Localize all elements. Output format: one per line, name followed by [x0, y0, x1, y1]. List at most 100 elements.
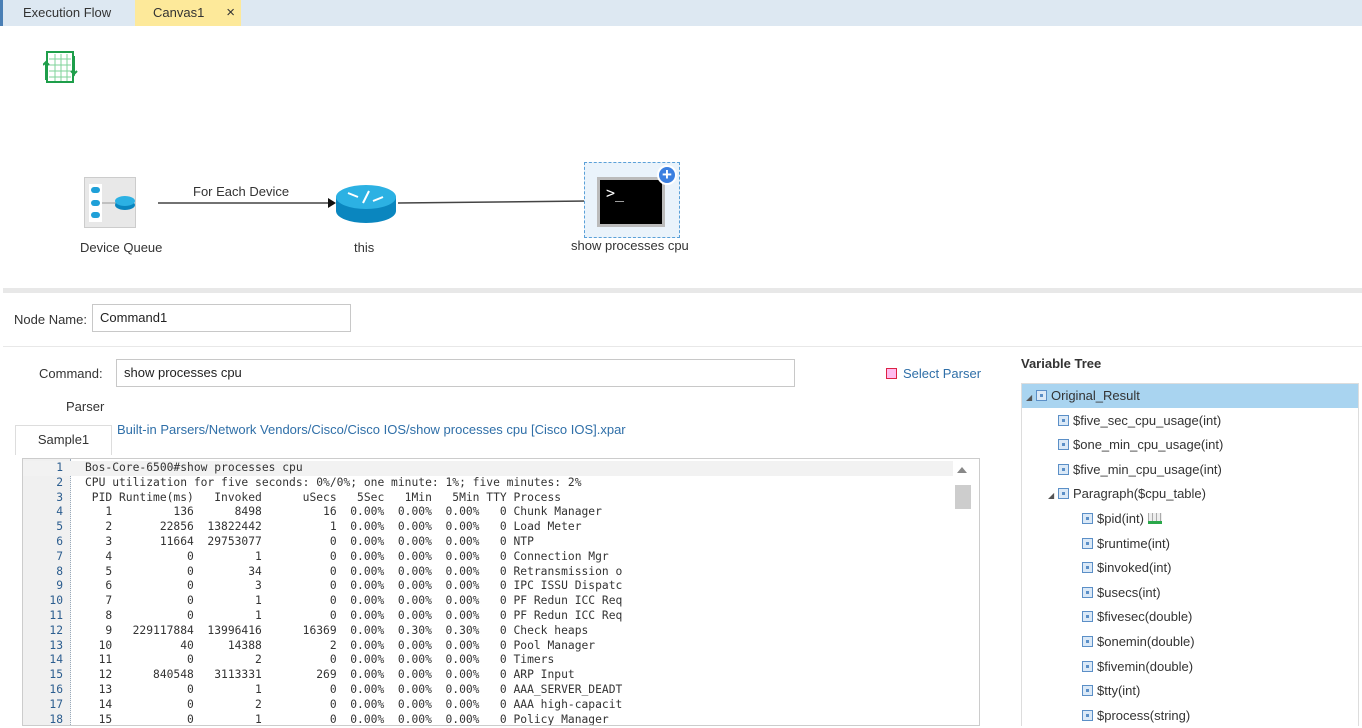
variable-icon: [1082, 709, 1093, 721]
tree-item[interactable]: $five_min_cpu_usage(int): [1022, 458, 1358, 482]
tree-item[interactable]: $pid(int): [1022, 507, 1358, 531]
divider: [3, 346, 1362, 347]
tree-item-label: $onemin(double): [1097, 634, 1195, 649]
tree-item[interactable]: $process(string): [1022, 704, 1358, 728]
code-line: 9 6 0 3 0 0.00% 0.00% 0.00% 0 IPC ISSU D…: [23, 579, 953, 594]
line-number: 14: [49, 653, 63, 667]
router-icon[interactable]: [333, 181, 399, 229]
tab-execution-flow[interactable]: Execution Flow: [23, 0, 111, 26]
tree-item[interactable]: $runtime(int): [1022, 532, 1358, 556]
node-name-input[interactable]: Command1: [92, 304, 351, 332]
tab-canvas1[interactable]: Canvas1 ×: [135, 0, 241, 26]
code-text: 12 840548 3113331 269 0.00% 0.00% 0.00% …: [85, 668, 575, 682]
code-text: 5 0 34 0 0.00% 0.00% 0.00% 0 Retransmiss…: [85, 564, 623, 578]
tab-label: Canvas1: [153, 5, 205, 20]
tree-item[interactable]: $usecs(int): [1022, 581, 1358, 605]
tree-item[interactable]: ◢ Original_Result: [1022, 384, 1358, 408]
code-text: 10 40 14388 2 0.00% 0.00% 0.00% 0 Pool M…: [85, 638, 596, 652]
code-line: 5 2 22856 13822442 1 0.00% 0.00% 0.00% 0…: [23, 520, 953, 535]
line-number: 16: [49, 682, 63, 696]
variable-icon: [1058, 488, 1069, 500]
code-text: 8 0 1 0 0.00% 0.00% 0.00% 0 PF Redun ICC…: [85, 608, 623, 622]
code-text: 1 136 8498 16 0.00% 0.00% 0.00% 0 Chunk …: [85, 505, 602, 519]
tree-item-label: $tty(int): [1097, 683, 1141, 699]
variable-tree[interactable]: ◢ Original_Result $five_sec_cpu_usage(int)…: [1021, 383, 1359, 726]
tree-item-label: $one_min_cpu_usage(int): [1073, 437, 1224, 453]
code-line: 16 13 0 1 0 0.00% 0.00% 0.00% 0 AAA_SERV…: [23, 683, 953, 698]
terminal-icon: >_: [597, 177, 665, 227]
node-name-label: Node Name:: [14, 312, 87, 327]
expand-icon[interactable]: ◢: [1048, 484, 1058, 508]
tree-item[interactable]: $fivemin(double): [1022, 655, 1358, 679]
code-line: 8 5 0 34 0 0.00% 0.00% 0.00% 0 Retransmi…: [23, 565, 953, 580]
close-icon[interactable]: ×: [226, 0, 235, 26]
code-text: 9 229117884 13996416 16369 0.00% 0.30% 0…: [85, 623, 589, 637]
code-text: 15 0 1 0 0.00% 0.00% 0.00% 0 Policy Mana…: [85, 712, 609, 726]
parser-path-link[interactable]: Built-in Parsers/Network Vendors/Cisco/C…: [117, 422, 626, 437]
variable-icon: [1082, 685, 1093, 697]
code-text: PID Runtime(ms) Invoked uSecs 5Sec 1Min …: [85, 490, 562, 504]
line-number: 2: [56, 475, 63, 489]
this-label: this: [354, 240, 375, 255]
command-input[interactable]: show processes cpu: [116, 359, 795, 387]
expand-icon[interactable]: ◢: [1026, 386, 1036, 410]
code-line: 3 PID Runtime(ms) Invoked uSecs 5Sec 1Mi…: [23, 491, 953, 506]
variable-icon: [1082, 660, 1093, 672]
code-line: 13 10 40 14388 2 0.00% 0.00% 0.00% 0 Poo…: [23, 639, 953, 654]
select-parser-label: Select Parser: [903, 366, 982, 381]
variable-icon: [1036, 390, 1047, 401]
code-lines: 1 Bos-Core-6500#show processes cpu 2 CPU ut…: [23, 461, 953, 726]
code-text: Bos-Core-6500#show processes cpu: [85, 461, 303, 474]
code-line: 14 11 0 2 0 0.00% 0.00% 0.00% 0 Timers: [23, 653, 953, 668]
code-text: 4 0 1 0 0.00% 0.00% 0.00% 0 Connection M…: [85, 549, 609, 563]
line-number: 12: [49, 623, 63, 637]
command-node-label: show processes cpu: [571, 238, 689, 253]
tree-item[interactable]: $one_min_cpu_usage(int): [1022, 433, 1358, 457]
tree-item-label: $fivesec(double): [1097, 609, 1193, 625]
tree-item-label: $usecs(int): [1097, 584, 1161, 600]
flow-canvas[interactable]: For Each Device Device Queue this >_ + s…: [3, 26, 1362, 290]
code-text: CPU utilization for five seconds: 0%/0%;…: [85, 475, 582, 489]
add-icon[interactable]: +: [657, 165, 677, 185]
line-number: 4: [56, 505, 63, 519]
tree-item[interactable]: $fivesec(double): [1022, 605, 1358, 629]
device-queue-label: Device Queue: [80, 240, 163, 255]
code-line: 1 Bos-Core-6500#show processes cpu: [23, 461, 953, 476]
code-line: 17 14 0 2 0 0.00% 0.00% 0.00% 0 AAA high…: [23, 698, 953, 713]
tree-item-label: $five_sec_cpu_usage(int): [1073, 412, 1222, 428]
variable-icon: [1082, 586, 1093, 598]
variable-icon: [1058, 414, 1069, 426]
parser-label: Parser: [66, 399, 105, 414]
tree-item[interactable]: ◢ Paragraph($cpu_table): [1022, 482, 1358, 506]
scrollbar-thumb[interactable]: [955, 485, 971, 509]
sample-editor[interactable]: 1 Bos-Core-6500#show processes cpu 2 CPU ut…: [22, 458, 980, 726]
code-line: 2 CPU utilization for five seconds: 0%/0%…: [23, 476, 953, 491]
variable-icon: [1082, 636, 1093, 647]
line-number: 13: [49, 638, 63, 652]
tree-item-label: $five_min_cpu_usage(int): [1073, 461, 1222, 477]
scroll-up-icon[interactable]: [957, 467, 967, 473]
code-line: 15 12 840548 3113331 269 0.00% 0.00% 0.0…: [23, 668, 953, 683]
tree-item[interactable]: $invoked(int): [1022, 556, 1358, 580]
code-line: 4 1 136 8498 16 0.00% 0.00% 0.00% 0 Chun…: [23, 505, 953, 520]
splitter[interactable]: [3, 288, 1362, 293]
tree-item-label: $pid(int): [1097, 511, 1144, 526]
variable-icon: [1058, 439, 1069, 451]
code-line: 11 8 0 1 0 0.00% 0.00% 0.00% 0 PF Redun …: [23, 609, 953, 624]
parser-icon: [886, 368, 897, 379]
command-node[interactable]: >_ +: [584, 162, 680, 238]
command-label: Command:: [39, 366, 103, 381]
select-parser-button[interactable]: Select Parser: [886, 366, 981, 381]
code-line: 7 4 0 1 0 0.00% 0.00% 0.00% 0 Connection…: [23, 550, 953, 565]
vertical-scrollbar[interactable]: [953, 463, 971, 725]
tree-item-label: $fivemin(double): [1097, 658, 1194, 674]
edge-label: For Each Device: [193, 184, 290, 199]
tree-item[interactable]: $onemin(double): [1022, 630, 1358, 654]
tree-item[interactable]: $tty(int): [1022, 679, 1358, 703]
tree-item[interactable]: $five_sec_cpu_usage(int): [1022, 409, 1358, 433]
line-number: 3: [56, 490, 63, 504]
tab-sample1[interactable]: Sample1: [15, 425, 112, 455]
code-line: 6 3 11664 29753077 0 0.00% 0.00% 0.00% 0…: [23, 535, 953, 550]
line-number: 15: [49, 668, 63, 682]
device-queue-node[interactable]: [84, 177, 136, 228]
